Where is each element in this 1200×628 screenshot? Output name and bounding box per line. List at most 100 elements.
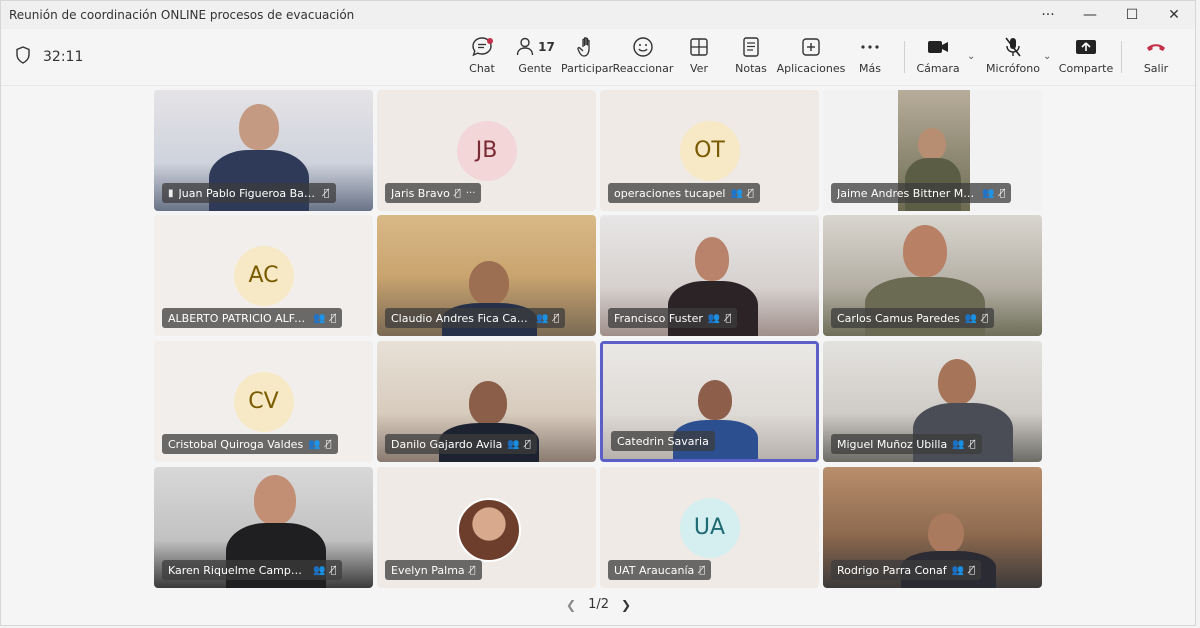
share-label: Comparte xyxy=(1058,62,1114,75)
participant-name-bar: ▮ Juan Pablo Figueroa Barr... 🎙̸ xyxy=(162,183,336,203)
mic-label: Micrófono xyxy=(986,62,1040,75)
page-indicator: 1/2 xyxy=(588,597,609,612)
react-label: Reaccionar xyxy=(612,62,674,75)
participant-tile[interactable]: CV Cristobal Quiroga Valdes 👥 🎙̸ xyxy=(154,341,373,462)
participant-name-bar: ALBERTO PATRICIO ALFAR... 👥 🎙̸ xyxy=(162,308,343,328)
participant-tile[interactable]: Francisco Fuster 👥 🎙̸ xyxy=(600,215,819,336)
participant-tile[interactable]: UA UAT Araucanía 🎙̸ xyxy=(600,467,819,588)
mic-off-icon: 🎙̸ xyxy=(330,312,337,324)
people-icon xyxy=(515,36,535,59)
video-grid: ▮ Juan Pablo Figueroa Barr... 🎙̸ JB Jari… xyxy=(154,90,1043,588)
shield-icon xyxy=(15,46,31,68)
apps-label: Aplicaciones xyxy=(776,62,846,75)
mic-off-icon: 🎙̸ xyxy=(454,187,461,199)
mic-button[interactable]: Micrófono xyxy=(986,35,1040,81)
hang-up-icon xyxy=(1145,35,1167,59)
mic-off-icon xyxy=(1003,35,1023,59)
participant-name: Catedrin Savaria xyxy=(617,434,709,448)
participant-name-bar: Catedrin Savaria xyxy=(611,431,715,451)
participant-name: Francisco Fuster xyxy=(614,311,703,325)
participant-name: UAT Araucanía xyxy=(614,563,695,577)
participant-name: Jaris Bravo xyxy=(391,186,450,200)
participant-name: Karen Riquelme Campos (V... xyxy=(168,563,308,577)
participant-name: Cristobal Quiroga Valdes xyxy=(168,437,304,451)
view-button[interactable]: Ver xyxy=(688,35,710,81)
gallery-pager: ❮ 1/2 ❯ xyxy=(566,597,631,612)
people-label: Gente xyxy=(518,62,552,75)
participant-tile[interactable]: Rodrigo Parra Conaf 👥 🎙̸ xyxy=(823,467,1042,588)
participant-tile[interactable]: Evelyn Palma 🎙̸ xyxy=(377,467,596,588)
participant-tile[interactable]: AC ALBERTO PATRICIO ALFAR... 👥 🎙̸ xyxy=(154,215,373,336)
guest-icon: 👥 xyxy=(507,438,520,450)
close-button[interactable]: ✕ xyxy=(1153,1,1195,29)
participant-tile[interactable]: Miguel Muñoz Ubilla 👥 🎙̸ xyxy=(823,341,1042,462)
mic-options-chevron-icon[interactable]: ⌄ xyxy=(1043,51,1051,62)
meeting-timer: 32:11 xyxy=(43,49,84,65)
more-button[interactable]: Más xyxy=(858,35,882,81)
mic-off-icon: 🎙̸ xyxy=(553,312,560,324)
guest-icon: 👥 xyxy=(707,312,721,324)
people-button[interactable]: 17 Gente xyxy=(515,35,555,81)
participant-name: Jaime Andres Bittner Marti... xyxy=(837,186,977,200)
chat-button[interactable]: Chat xyxy=(468,35,496,81)
participant-name-bar: Miguel Muñoz Ubilla 👥 🎙̸ xyxy=(831,434,982,454)
notes-button[interactable]: Notas xyxy=(735,35,767,81)
participant-name-bar: Cristobal Quiroga Valdes 👥 🎙̸ xyxy=(162,434,338,454)
mic-off-icon: 🎙̸ xyxy=(469,564,476,576)
toolbar-divider xyxy=(1121,41,1122,73)
camera-options-chevron-icon[interactable]: ⌄ xyxy=(967,51,975,62)
participant-name-bar: UAT Araucanía 🎙̸ xyxy=(608,560,712,580)
share-button[interactable]: Comparte xyxy=(1059,35,1113,81)
people-count: 17 xyxy=(538,40,555,54)
ellipsis-icon[interactable]: ··· xyxy=(466,188,476,199)
signal-icon: ▮ xyxy=(168,187,174,199)
participant-tile-active-speaker[interactable]: Catedrin Savaria xyxy=(600,341,819,462)
camera-icon xyxy=(927,35,949,59)
guest-icon: 👥 xyxy=(536,312,549,324)
mic-off-icon: 🎙̸ xyxy=(323,187,330,199)
minimize-button[interactable]: — xyxy=(1069,1,1111,29)
participant-name: Claudio Andres Fica Carrillo xyxy=(391,311,531,325)
mic-off-icon: 🎙̸ xyxy=(330,564,337,576)
more-label: Más xyxy=(859,62,881,75)
avatar: JB xyxy=(456,120,517,181)
participant-name-bar: Jaime Andres Bittner Marti... 👥 🎙̸ xyxy=(831,183,1012,203)
mic-off-icon: 🎙̸ xyxy=(999,187,1006,199)
participant-tile[interactable]: Claudio Andres Fica Carrillo 👥 🎙̸ xyxy=(377,215,596,336)
participant-tile[interactable]: Danilo Gajardo Avila 👥 🎙̸ xyxy=(377,341,596,462)
maximize-button[interactable]: ☐ xyxy=(1111,1,1153,29)
participant-name-bar: Claudio Andres Fica Carrillo 👥 🎙̸ xyxy=(385,308,566,328)
participant-tile[interactable]: OT operaciones tucapel 👥 🎙̸ xyxy=(600,90,819,211)
apps-button[interactable]: Aplicaciones xyxy=(777,35,845,81)
previous-page-icon[interactable]: ❮ xyxy=(566,598,576,612)
participant-tile[interactable]: JB Jaris Bravo 🎙̸ ··· xyxy=(377,90,596,211)
more-options-button[interactable]: ··· xyxy=(1027,1,1069,29)
participant-name: ALBERTO PATRICIO ALFAR... xyxy=(168,311,308,325)
meeting-window: Reunión de coordinación ONLINE procesos … xyxy=(0,0,1196,626)
participant-tile[interactable]: Jaime Andres Bittner Marti... 👥 🎙̸ xyxy=(823,90,1042,211)
participant-name: Miguel Muñoz Ubilla xyxy=(837,437,948,451)
react-button[interactable]: Reaccionar xyxy=(613,35,673,81)
participant-tile[interactable]: Karen Riquelme Campos (V... 👥 🎙̸ xyxy=(154,467,373,588)
participant-tile[interactable]: Carlos Camus Paredes 👥 🎙̸ xyxy=(823,215,1042,336)
raise-hand-button[interactable]: Participar xyxy=(561,35,613,81)
window-title: Reunión de coordinación ONLINE procesos … xyxy=(9,8,355,22)
participant-name-bar: Karen Riquelme Campos (V... 👥 🎙̸ xyxy=(162,560,343,580)
mic-off-icon: 🎙̸ xyxy=(325,438,332,450)
leave-label: Salir xyxy=(1143,62,1169,75)
leave-button[interactable]: Salir xyxy=(1144,35,1168,81)
meeting-toolbar: 32:11 Chat 17 Gente Participar Reacciona… xyxy=(1,29,1195,86)
participant-name: Evelyn Palma xyxy=(391,563,465,577)
raise-hand-label: Participar xyxy=(560,62,614,75)
title-bar: Reunión de coordinación ONLINE procesos … xyxy=(1,1,1195,29)
guest-icon: 👥 xyxy=(964,312,978,324)
avatar xyxy=(456,497,521,562)
next-page-icon[interactable]: ❯ xyxy=(621,598,631,612)
camera-button[interactable]: Cámara xyxy=(916,35,960,81)
participant-name-bar: Rodrigo Parra Conaf 👥 🎙̸ xyxy=(831,560,982,580)
chat-icon xyxy=(471,35,493,59)
mic-off-icon: 🎙̸ xyxy=(524,438,531,450)
add-app-icon xyxy=(801,35,821,59)
avatar: CV xyxy=(233,371,294,432)
participant-tile[interactable]: ▮ Juan Pablo Figueroa Barr... 🎙̸ xyxy=(154,90,373,211)
